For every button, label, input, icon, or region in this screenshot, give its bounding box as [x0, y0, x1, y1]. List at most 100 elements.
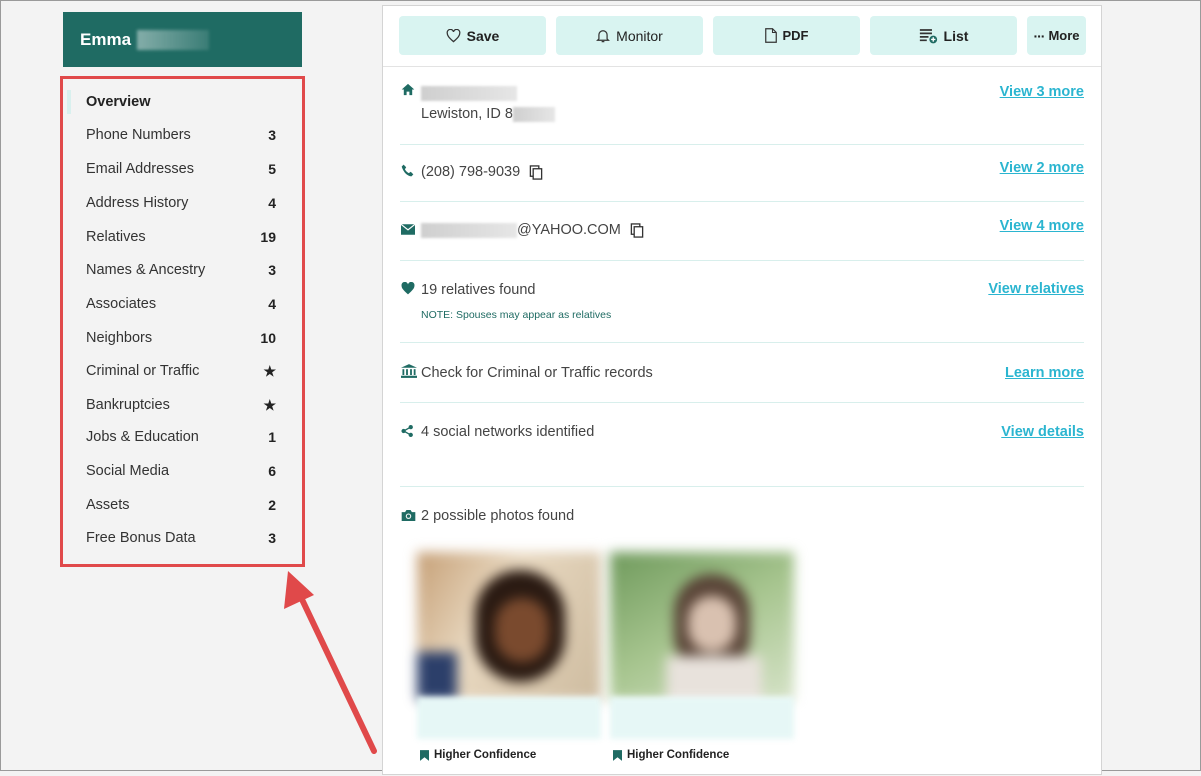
sidebar-item-count: 4: [268, 195, 276, 211]
phone-row: (208) 798-9039 View 2 more: [400, 144, 1084, 202]
sidebar-item-count: 6: [268, 463, 276, 479]
criminal-row: Check for Criminal or Traffic records Le…: [400, 342, 1084, 403]
ellipsis-icon: ···: [1033, 27, 1045, 44]
blurred-photo: [610, 552, 794, 700]
sidebar-item-label: Email Addresses: [86, 161, 194, 177]
confidence-text: Higher Confidence: [434, 749, 537, 761]
confidence-text: Higher Confidence: [627, 749, 730, 761]
sidebar-item-count: 19: [260, 229, 276, 245]
sidebar-item-count: 4: [268, 296, 276, 312]
sidebar-item-jobs-education[interactable]: Jobs & Education 1: [63, 422, 302, 452]
redacted-email-user: [421, 222, 517, 238]
phone-icon: [401, 164, 414, 177]
annotation-arrow: [284, 571, 377, 754]
save-label: Save: [466, 27, 500, 44]
pdf-label: PDF: [782, 28, 809, 43]
monitor-button[interactable]: Monitor: [556, 16, 703, 55]
redacted-zip: [512, 106, 555, 122]
sidebar-item-count: 1: [268, 429, 276, 445]
sidebar-item-label: Associates: [86, 296, 157, 312]
photos-found-text: 2 possible photos found: [421, 508, 575, 524]
sidebar-item-label: Criminal or Traffic: [86, 363, 200, 379]
email-line: @YAHOO.COM: [421, 222, 644, 238]
sidebar-item-neighbors[interactable]: Neighbors 10: [63, 323, 302, 353]
camera-icon: [401, 510, 416, 521]
confidence-label: Higher Confidence: [613, 749, 729, 761]
sidebar-item-label: Relatives: [86, 229, 146, 245]
learn-more-link[interactable]: Learn more: [1005, 365, 1084, 381]
sidebar-item-overview[interactable]: Overview: [63, 87, 302, 117]
sidebar-item-associates[interactable]: Associates 4: [63, 289, 302, 319]
sidebar-item-address-history[interactable]: Address History 4: [63, 188, 302, 218]
blurred-photo: [417, 552, 601, 700]
home-icon: [401, 83, 415, 96]
photo-card[interactable]: [417, 552, 601, 752]
monitor-label: Monitor: [616, 27, 663, 44]
envelope-icon: [401, 224, 415, 235]
sidebar-item-count: 2: [268, 497, 276, 513]
photo-caption-blurred: [610, 697, 794, 739]
heart-outline-icon: [446, 28, 461, 42]
share-icon: [401, 424, 413, 438]
sidebar-item-label: Social Media: [86, 463, 170, 479]
list-button[interactable]: List: [870, 16, 1017, 55]
address-row: Lewiston, ID 8 View 3 more: [400, 66, 1084, 145]
sidebar-item-label: Overview: [86, 94, 151, 110]
star-icon: ★: [263, 396, 276, 413]
sidebar-item-names-ancestry[interactable]: Names & Ancestry 3: [63, 255, 302, 285]
sidebar-item-free-bonus-data[interactable]: Free Bonus Data 3: [63, 523, 302, 553]
copy-icon[interactable]: [529, 164, 543, 180]
sidebar-item-email-addresses[interactable]: Email Addresses 5: [63, 154, 302, 184]
sidebar-item-phone-numbers[interactable]: Phone Numbers 3: [63, 120, 302, 150]
bookmark-icon: [613, 749, 622, 761]
phone-line: (208) 798-9039: [421, 164, 543, 180]
view-more-addresses-link[interactable]: View 3 more: [1000, 84, 1084, 100]
copy-icon[interactable]: [630, 222, 644, 238]
sidebar-item-label: Assets: [86, 497, 130, 513]
sidebar-item-label: Free Bonus Data: [86, 530, 196, 546]
sidebar-item-criminal-traffic[interactable]: Criminal or Traffic ★: [63, 356, 302, 386]
sidebar-item-bankruptcies[interactable]: Bankruptcies ★: [63, 390, 302, 420]
sidebar-item-assets[interactable]: Assets 2: [63, 490, 302, 520]
view-more-phones-link[interactable]: View 2 more: [1000, 160, 1084, 176]
sidebar-nav-highlight: Overview Phone Numbers 3 Email Addresses…: [60, 76, 305, 567]
view-more-emails-link[interactable]: View 4 more: [1000, 218, 1084, 234]
address-city-text: Lewiston, ID 8: [421, 106, 513, 122]
courthouse-icon: [401, 364, 417, 378]
redacted-street: [421, 86, 517, 101]
view-details-link[interactable]: View details: [1001, 424, 1084, 440]
add-to-list-icon: [919, 28, 937, 43]
more-button[interactable]: ··· More: [1027, 16, 1086, 55]
save-button[interactable]: Save: [399, 16, 546, 55]
sidebar-item-count: 10: [260, 330, 276, 346]
sidebar-item-label: Names & Ancestry: [86, 262, 206, 278]
sidebar-item-label: Phone Numbers: [86, 127, 191, 143]
photos-section: 2 possible photos found Higher Confidenc…: [400, 486, 1084, 776]
pdf-file-icon: [764, 28, 777, 43]
social-networks-text: 4 social networks identified: [421, 424, 595, 440]
bookmark-icon: [420, 749, 429, 761]
sidebar-item-relatives[interactable]: Relatives 19: [63, 222, 302, 252]
view-relatives-link[interactable]: View relatives: [988, 281, 1084, 297]
sidebar-item-social-media[interactable]: Social Media 6: [63, 456, 302, 486]
action-toolbar: Save Monitor PDF List ··· More: [383, 6, 1101, 67]
more-label: More: [1048, 28, 1080, 43]
sidebar-item-count: 3: [268, 530, 276, 546]
email-domain: @YAHOO.COM: [517, 222, 621, 238]
list-label: List: [943, 27, 969, 44]
sidebar-item-count: 5: [268, 161, 276, 177]
sidebar-item-label: Address History: [86, 195, 189, 211]
redacted-last-name: [137, 29, 210, 50]
criminal-check-text: Check for Criminal or Traffic records: [421, 365, 653, 381]
relatives-found-text: 19 relatives found: [421, 282, 536, 298]
bell-icon: [596, 30, 611, 43]
main-panel: Save Monitor PDF List ··· More Lewiston,…: [382, 5, 1102, 775]
sidebar-item-label: Jobs & Education: [86, 429, 199, 445]
person-name-header: Emma: [63, 12, 302, 67]
sidebar-item-label: Bankruptcies: [86, 397, 170, 413]
person-first-name: Emma: [80, 29, 132, 49]
phone-number: (208) 798-9039: [421, 164, 521, 180]
sidebar-item-count: 3: [268, 127, 276, 143]
pdf-button[interactable]: PDF: [713, 16, 860, 55]
photo-card[interactable]: [610, 552, 794, 752]
